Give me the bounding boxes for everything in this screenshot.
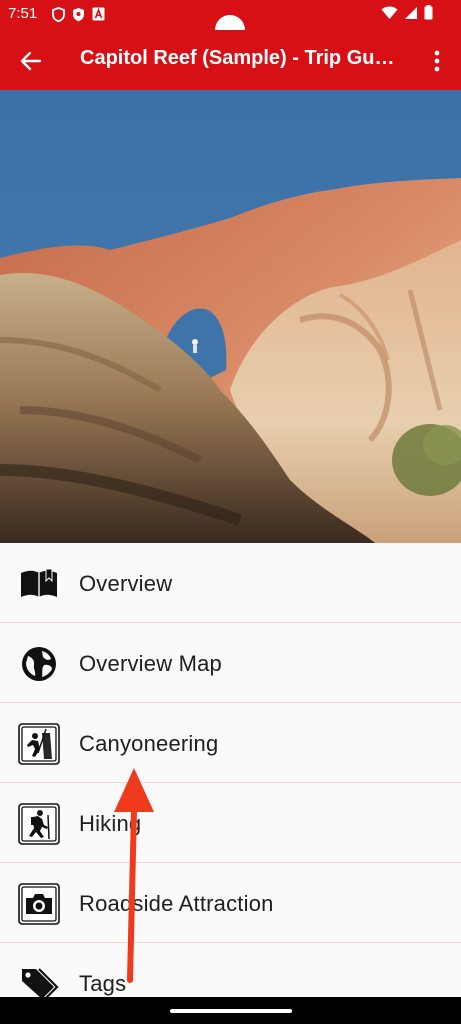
menu-label: Hiking [79,811,142,836]
wifi-icon [381,6,398,25]
status-time: 7:51 [8,5,38,22]
back-button[interactable] [16,46,46,76]
shield-badge-icon [72,7,85,22]
notification-icons [52,7,105,23]
book-icon [18,563,60,605]
menu-label: Overview Map [79,651,222,676]
signal-icon [404,6,418,25]
screen: 7:51 Capitol Reef (Sample) - Trip Guide … [0,0,461,1024]
app-bar: Capitol Reef (Sample) - Trip Guide [0,30,461,90]
shield-icon [52,7,65,23]
home-gesture-handle[interactable] [170,1009,292,1013]
trip-guide-menu: Overview Overview Map Canyoneering Hikin… [0,543,461,1023]
hiker-icon [18,803,60,845]
menu-item-overview-map[interactable]: Overview Map [0,623,461,703]
font-icon [92,7,105,21]
battery-icon [424,5,433,25]
status-bar: 7:51 [0,0,461,45]
system-icons [381,5,433,25]
hero-photo [0,90,461,543]
arrow-back-icon [20,51,42,71]
more-vert-icon [434,50,440,72]
menu-item-roadside-attraction[interactable]: Roadside Attraction [0,863,461,943]
menu-label: Overview [79,571,173,596]
menu-item-overview[interactable]: Overview [0,543,461,623]
rappel-icon [18,723,60,765]
more-options-button[interactable] [425,46,449,76]
menu-label: Roadside Attraction [79,891,274,916]
app-title: Capitol Reef (Sample) - Trip Guide [80,47,400,69]
menu-item-canyoneering[interactable]: Canyoneering [0,703,461,783]
camera-icon [18,883,60,925]
menu-label: Tags [79,971,127,996]
globe-icon [18,643,60,685]
menu-label: Canyoneering [79,731,219,756]
navigation-bar [0,997,461,1024]
menu-item-hiking[interactable]: Hiking [0,783,461,863]
